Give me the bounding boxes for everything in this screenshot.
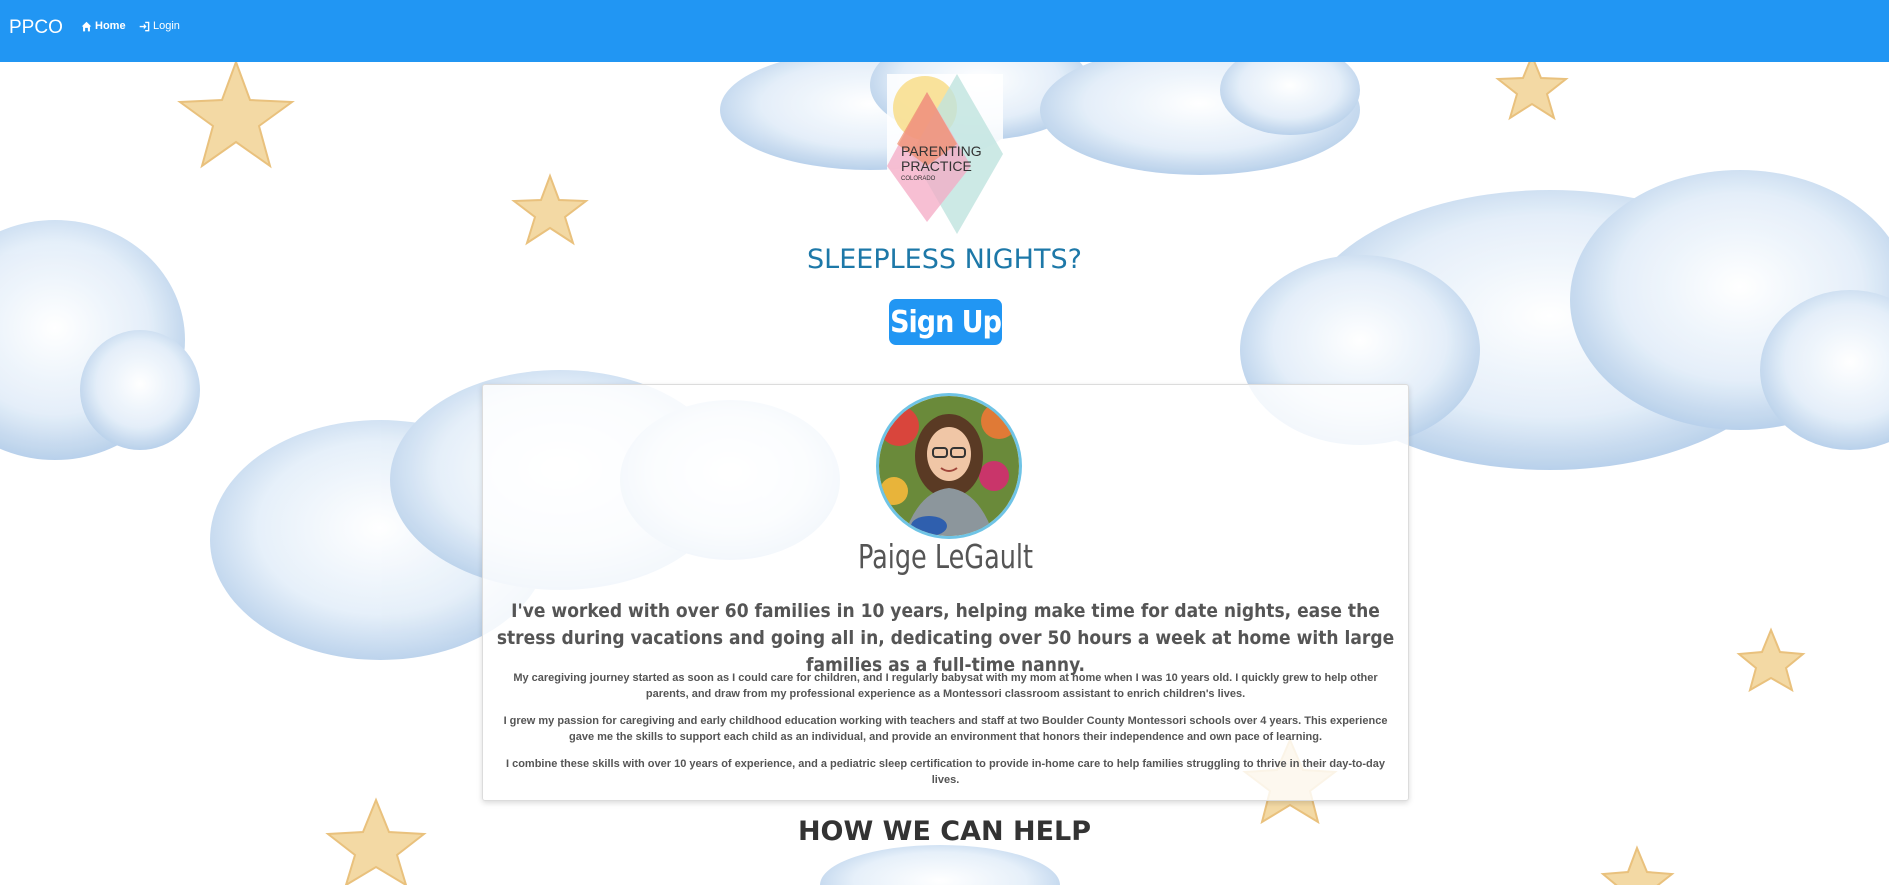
sign-up-button[interactable]: Sign Up — [889, 299, 1002, 345]
profile-lead: I've worked with over 60 families in 10 … — [496, 600, 1395, 676]
nav-link-login[interactable]: Login — [139, 20, 180, 32]
sign-in-icon — [139, 21, 150, 31]
svg-text:PRACTICE: PRACTICE — [901, 158, 972, 174]
star-4 — [1736, 627, 1806, 693]
parenting-practice-logo: PARENTING PRACTICE COLORADO — [887, 74, 1003, 234]
nav-link-home[interactable]: Home — [81, 20, 126, 32]
star-7 — [1600, 845, 1675, 885]
avatar — [876, 393, 1022, 539]
hero-headline: SLEEPLESS NIGHTS? — [807, 244, 1082, 275]
svg-text:COLORADO: COLORADO — [901, 176, 936, 182]
cloud-bottom — [820, 845, 1060, 885]
nav-link-login-label: Login — [153, 20, 180, 32]
star-2 — [511, 173, 589, 246]
profile-card: Paige LeGault I've worked with over 60 f… — [482, 384, 1409, 801]
profile-paragraph: My caregiving journey started as soon as… — [513, 672, 1378, 700]
profile-photo — [879, 396, 1019, 536]
top-navbar: PPCO Home Login — [0, 0, 1889, 62]
home-icon — [81, 21, 92, 31]
profile-paragraph: I grew my passion for caregiving and ear… — [503, 715, 1388, 743]
section-title-how-we-can-help: HOW WE CAN HELP — [797, 816, 1092, 847]
nav-link-home-label: Home — [95, 20, 126, 32]
star-1 — [177, 59, 295, 169]
brand-link[interactable]: PPCO — [9, 17, 63, 39]
profile-name: Paige LeGault — [857, 537, 1034, 576]
profile-paragraph: I combine these skills with over 10 year… — [505, 758, 1385, 786]
star-3 — [1495, 53, 1569, 121]
svg-text:PARENTING: PARENTING — [901, 143, 982, 159]
